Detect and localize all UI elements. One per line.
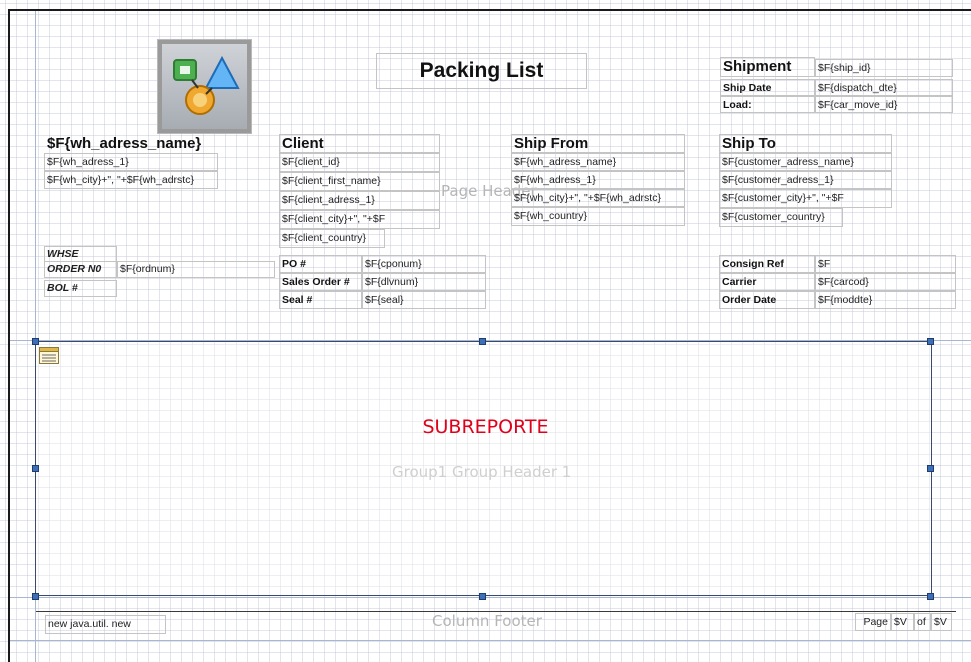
order-no-label[interactable]: ORDER N0: [44, 261, 117, 278]
column-footer-band-label: Column Footer: [432, 612, 542, 630]
group-header-band-bottom[interactable]: [10, 597, 971, 598]
ship-id-field[interactable]: $F{ship_id}: [815, 59, 953, 77]
ship-date-field[interactable]: $F{dispatch_dte}: [815, 79, 953, 96]
total-pages-field[interactable]: $V: [931, 613, 952, 631]
resize-handle-bottom-right[interactable]: [927, 593, 934, 600]
client-line[interactable]: $F{client_id}: [279, 153, 440, 172]
page-left-edge: [8, 9, 10, 662]
ship-date-label[interactable]: Ship Date: [720, 79, 815, 96]
of-label[interactable]: of: [914, 613, 931, 631]
resize-handle-right[interactable]: [927, 465, 934, 472]
seal-label[interactable]: Seal #: [279, 291, 362, 309]
client-heading[interactable]: Client: [279, 134, 440, 153]
ordnum-field[interactable]: $F{ordnum}: [117, 261, 275, 278]
order-date-label[interactable]: Order Date: [719, 291, 815, 309]
client-line[interactable]: $F{client_city}+", "+$F: [279, 210, 440, 229]
resize-handle-left[interactable]: [32, 465, 39, 472]
ship-from-line[interactable]: $F{wh_adress_name}: [511, 153, 685, 171]
report-title[interactable]: Packing List: [376, 53, 587, 89]
column-footer-band-bottom[interactable]: [10, 640, 971, 641]
logo-image[interactable]: [157, 39, 252, 134]
page-label[interactable]: Page: [855, 613, 891, 631]
resize-handle-top-left[interactable]: [32, 338, 39, 345]
po-label[interactable]: PO #: [279, 255, 362, 273]
ship-from-heading[interactable]: Ship From: [511, 134, 685, 153]
order-date-field[interactable]: $F{moddte}: [815, 291, 956, 309]
wh-city-field[interactable]: $F{wh_city}+", "+$F{wh_adrstc}: [44, 171, 218, 189]
date-expression-text: new: [111, 618, 131, 630]
wh-name-field[interactable]: $F{wh_adress_name}: [44, 134, 218, 153]
client-line[interactable]: $F{client_first_name}: [279, 172, 440, 191]
carrier-field[interactable]: $F{carcod}: [815, 273, 956, 291]
resize-handle-top-right[interactable]: [927, 338, 934, 345]
bol-label[interactable]: BOL #: [44, 280, 117, 297]
po-field[interactable]: $F{cponum}: [362, 255, 486, 273]
carrier-label[interactable]: Carrier: [719, 273, 815, 291]
ship-from-line[interactable]: $F{wh_country}: [511, 207, 685, 226]
load-label[interactable]: Load:: [720, 96, 815, 113]
wh-address-field[interactable]: $F{wh_adress_1}: [44, 153, 218, 171]
subreport-label: SUBREPORTE: [422, 416, 549, 438]
ship-to-line[interactable]: $F{customer_adress_1}: [719, 171, 892, 189]
page-number-field[interactable]: $V: [891, 613, 914, 631]
ship-to-line[interactable]: $F{customer_country}: [719, 208, 843, 227]
column-footer-line[interactable]: [36, 611, 956, 612]
whse-label[interactable]: WHSE: [44, 246, 117, 262]
load-field[interactable]: $F{car_move_id}: [815, 96, 953, 113]
seal-field[interactable]: $F{seal}: [362, 291, 486, 309]
ship-to-heading[interactable]: Ship To: [719, 134, 892, 153]
date-expression-field[interactable]: new java.util. new: [45, 615, 166, 634]
sales-order-label[interactable]: Sales Order #: [279, 273, 362, 291]
subreport-element[interactable]: [35, 341, 932, 596]
resize-handle-bottom-left[interactable]: [32, 593, 39, 600]
ship-from-line[interactable]: $F{wh_adress_1}: [511, 171, 685, 189]
client-line[interactable]: $F{client_country}: [279, 229, 385, 248]
resize-handle-top[interactable]: [479, 338, 486, 345]
shipment-heading[interactable]: Shipment: [720, 57, 815, 77]
date-expression-text: new java.util.: [48, 618, 109, 630]
consign-ref-label[interactable]: Consign Ref: [719, 255, 815, 273]
consign-ref-field[interactable]: $F: [815, 255, 956, 273]
image-placeholder-icon: [162, 44, 247, 129]
ship-to-line[interactable]: $F{customer_adress_name}: [719, 153, 892, 171]
subreport-icon: [39, 347, 59, 364]
sales-order-field[interactable]: $F{dlvnum}: [362, 273, 486, 291]
ship-from-line[interactable]: $F{wh_city}+", "+$F{wh_adrstc}: [511, 189, 685, 207]
page-top-edge: [8, 9, 971, 11]
ship-to-line[interactable]: $F{customer_city}+", "+$F: [719, 189, 892, 208]
resize-handle-bottom[interactable]: [479, 593, 486, 600]
client-line[interactable]: $F{client_adress_1}: [279, 191, 440, 210]
